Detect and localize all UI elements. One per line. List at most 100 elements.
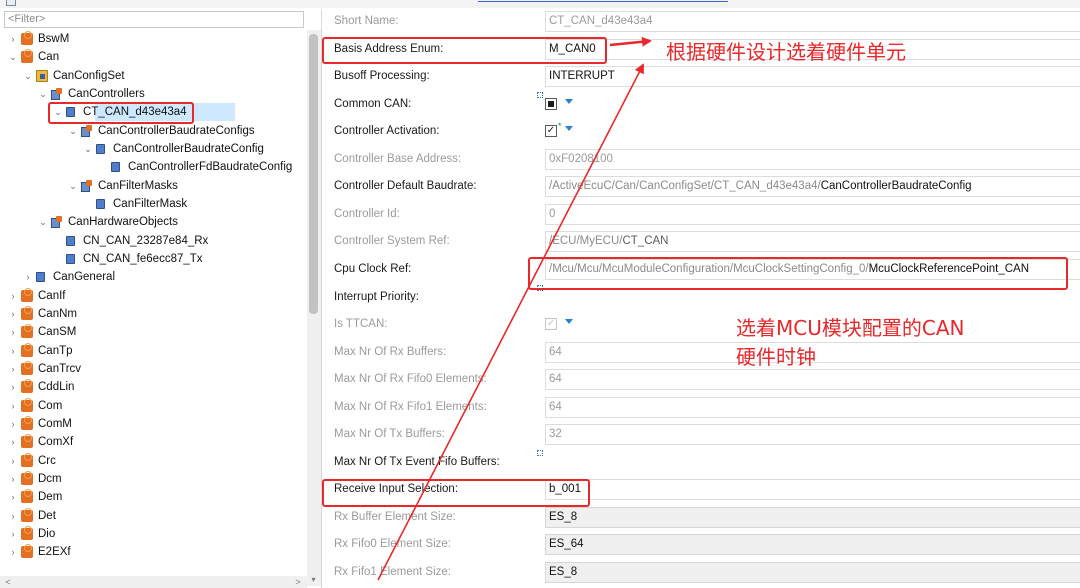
tree-item[interactable]: › CanSM [0, 323, 305, 341]
property-label: Controller Id: [334, 207, 400, 220]
property-label: Max Nr Of Tx Event Fifo Buffers: [334, 455, 500, 468]
tree-expand-icon[interactable]: › [23, 268, 33, 286]
tree-item[interactable]: ⌄ CanFilterMasks [0, 177, 305, 195]
tree-item[interactable]: ⌄ CT_CAN_d43e43a4 [54, 103, 235, 122]
tree-item[interactable]: › BswM [0, 30, 305, 48]
tree-expand-icon[interactable]: › [8, 525, 18, 543]
tree-item-label: CN_CAN_23287e84_Rx [83, 234, 209, 247]
tree-item[interactable]: › ComXf [0, 433, 305, 451]
modified-marker-icon: * [558, 121, 562, 132]
scroll-down-icon[interactable]: ▾ [309, 575, 318, 584]
tree-item[interactable]: ⌄ CanControllers [0, 85, 305, 103]
property-label: Basis Address Enum: [334, 42, 444, 55]
tree-item-label: CanSM [38, 326, 77, 339]
tree-item[interactable]: › Crc [0, 452, 305, 470]
tree-expand-icon[interactable]: › [8, 342, 18, 360]
tree-item-label: ComXf [38, 436, 74, 449]
property-value-field[interactable]: /ActiveEcuC/Can/CanConfigSet/CT_CAN_d43e… [545, 176, 1080, 198]
tree-expand-icon[interactable]: ⌄ [83, 140, 93, 158]
property-value-text: 0 [549, 207, 556, 220]
tree-item[interactable]: ⌄ CanConfigSet [0, 67, 305, 85]
tree-expand-icon[interactable]: › [8, 415, 18, 433]
tree-item[interactable]: › CanIf [0, 287, 305, 305]
tree-expand-icon[interactable]: › [8, 287, 18, 305]
tree-expand-icon[interactable]: › [8, 507, 18, 525]
tree-item[interactable]: ⌄ CanHardwareObjects [0, 213, 305, 231]
tree-expand-icon[interactable]: › [8, 360, 18, 378]
scroll-right-icon[interactable]: > [292, 576, 304, 588]
tree-expand-icon[interactable]: › [8, 323, 18, 341]
tree-expand-icon[interactable]: › [8, 543, 18, 561]
tree-item[interactable]: › ComM [0, 415, 305, 433]
property-label: Controller Activation: [334, 125, 440, 138]
tree-item[interactable]: › CanTrcv [0, 360, 305, 378]
tree-expand-icon[interactable]: › [8, 30, 18, 48]
tree-item[interactable]: › Dio [0, 525, 305, 543]
tree-expand-icon[interactable]: › [8, 397, 18, 415]
tree-expand-icon[interactable]: › [8, 378, 18, 396]
tree-item[interactable]: CN_CAN_fe6ecc87_Tx [0, 250, 305, 268]
property-value-field[interactable]: INTERRUPT [545, 66, 1080, 88]
reference-path: /ECU/MyECU/ [549, 235, 623, 248]
info-marker-icon[interactable] [537, 91, 543, 98]
tree-item[interactable]: CanFilterMask [0, 195, 305, 213]
tree-item[interactable]: › CddLin [0, 378, 305, 396]
property-checkbox: ✓ [545, 318, 557, 331]
tree-item[interactable]: › Dcm [0, 470, 305, 488]
tree-expand-icon[interactable]: ⌄ [38, 85, 48, 103]
tree-expand-icon[interactable]: › [8, 488, 18, 506]
tree-item-label: CanConfigSet [53, 69, 125, 82]
info-marker-icon[interactable] [537, 284, 543, 291]
tree-item[interactable]: › Det [0, 507, 305, 525]
property-value-field[interactable]: b_001 [545, 479, 1080, 501]
tree-item[interactable]: CanControllerFdBaudrateConfig [0, 158, 305, 176]
property-label: Busoff Processing: [334, 70, 430, 83]
property-value-field: 0 [545, 203, 1080, 225]
tree-item[interactable]: › E2EXf [0, 543, 305, 561]
tree-expand-icon[interactable]: › [8, 452, 18, 470]
property-checkbox[interactable] [545, 97, 557, 110]
tree-filter-input[interactable]: <Filter> [4, 11, 304, 28]
tree-expand-icon[interactable]: ⌄ [68, 122, 78, 140]
tree-item-label: Dcm [38, 472, 62, 485]
property-value-field: 64 [545, 396, 1080, 418]
scrollbar-thumb[interactable] [309, 34, 318, 314]
annotation-mcu-clock-line1: 选着MCU模块配置的CAN [736, 316, 965, 340]
tree-item[interactable]: › CanNm [0, 305, 305, 323]
chevron-down-icon[interactable] [565, 98, 573, 104]
tree-item[interactable]: ⌄ Can [0, 48, 305, 66]
property-label: Common CAN: [334, 97, 412, 110]
tree-expand-icon[interactable]: ⌄ [53, 103, 63, 121]
tree-item[interactable]: › Com [0, 397, 305, 415]
tree-item-label: CanIf [38, 289, 66, 302]
property-value-field[interactable]: /Mcu/Mcu/McuModuleConfiguration/McuClock… [545, 258, 1080, 280]
tree-vertical-scrollbar[interactable]: ▾ [307, 30, 321, 586]
tree-expand-icon[interactable]: › [8, 305, 18, 323]
module-icon [21, 31, 33, 45]
property-checkbox[interactable]: ✓ [545, 125, 557, 138]
tree-expand-icon[interactable]: › [8, 470, 18, 488]
chevron-down-icon[interactable] [565, 126, 573, 132]
reference-target: CT_CAN [622, 235, 669, 248]
tree-item[interactable]: › CanGeneral [0, 268, 305, 286]
tree-expand-icon[interactable]: › [8, 433, 18, 451]
tree-item-label: Can [38, 51, 60, 64]
property-row: Max Nr Of Rx Fifo1 Elements: 64 [324, 394, 1080, 422]
chevron-down-icon[interactable] [565, 319, 573, 325]
container-list-icon [81, 179, 93, 192]
tree-item[interactable]: CN_CAN_23287e84_Rx [0, 232, 305, 250]
property-value-text: ES_8 [549, 566, 578, 578]
tree-item-label: CanControllerBaudrateConfig [113, 142, 264, 155]
tree-horizontal-scrollbar[interactable]: < > [0, 576, 307, 588]
tree-item[interactable]: › CanTp [0, 342, 305, 360]
tree-item[interactable]: ⌄ CanControllerBaudrateConfigs [0, 122, 305, 140]
info-marker-icon[interactable] [537, 449, 543, 456]
tree-expand-icon[interactable]: ⌄ [38, 213, 48, 231]
tree-expand-icon[interactable]: ⌄ [68, 177, 78, 195]
tree-item[interactable]: ⌄ CanControllerBaudrateConfig [0, 140, 305, 158]
scroll-left-icon[interactable]: < [2, 576, 14, 588]
tree-item[interactable]: › Dem [0, 488, 305, 506]
property-row: Receive Input Selection: b_001 [324, 476, 1080, 504]
tree-expand-icon[interactable]: ⌄ [8, 48, 18, 66]
tree-expand-icon[interactable]: ⌄ [23, 67, 33, 85]
